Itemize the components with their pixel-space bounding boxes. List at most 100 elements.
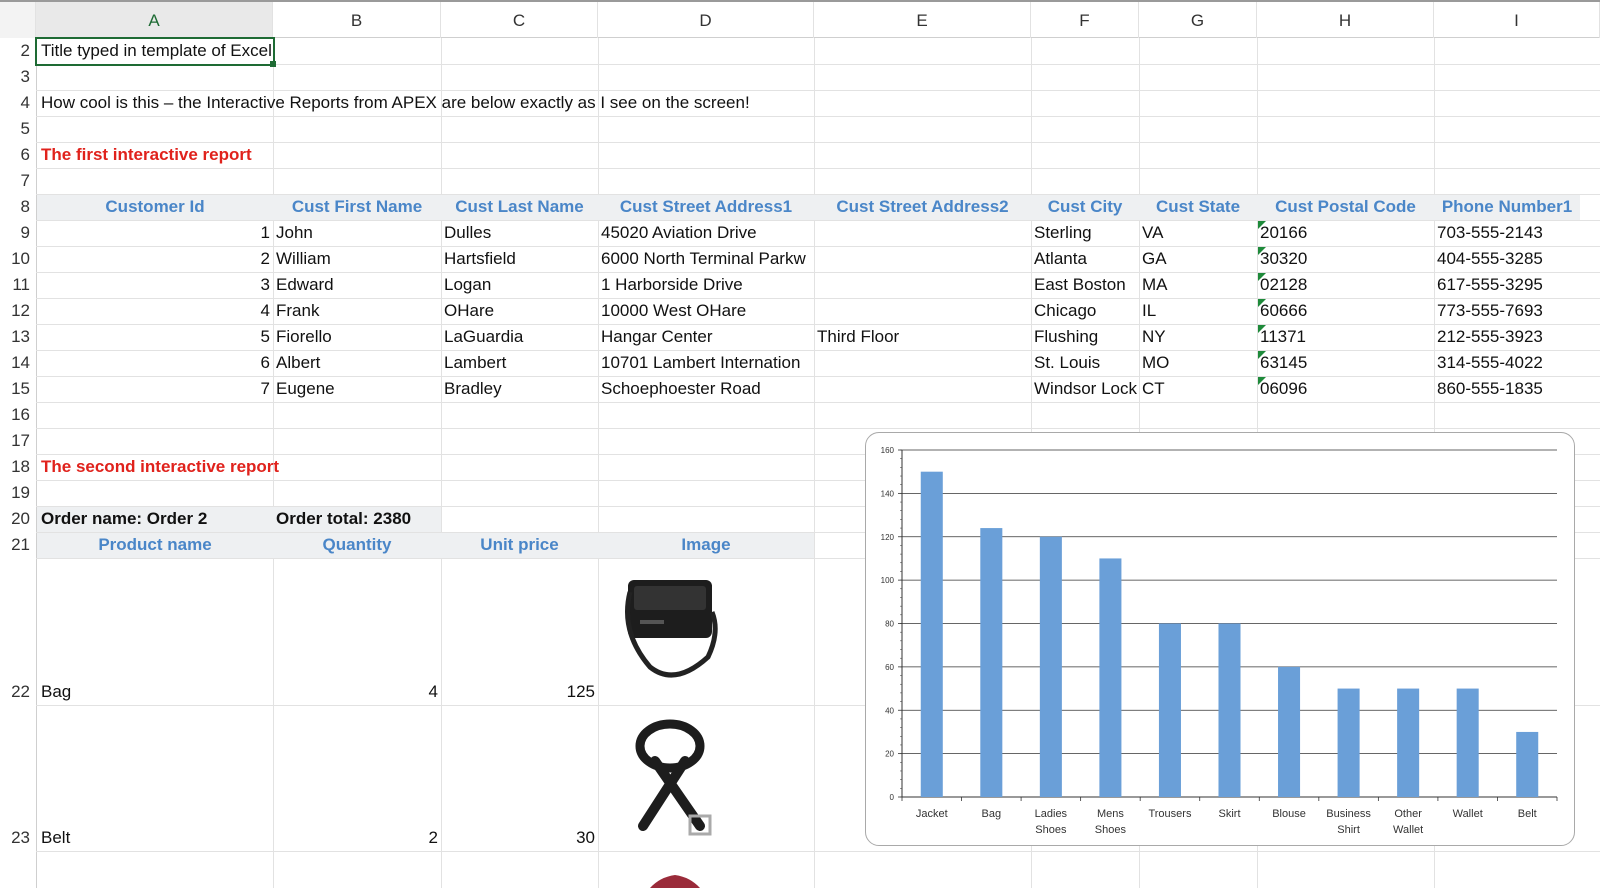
quantity-cell[interactable]: 2 (273, 825, 441, 851)
table-cell-postal[interactable]: 02128 (1257, 272, 1434, 298)
bar-chart[interactable]: 0 20 40 60 80 100 120 140 160 Jacket Bag Ladies Shoe… (865, 432, 1575, 846)
row-header[interactable]: 11 (0, 272, 36, 298)
fill-handle[interactable] (270, 61, 276, 67)
belt-image-icon[interactable] (625, 716, 725, 846)
column-header-f[interactable]: F (1031, 2, 1139, 38)
error-indicator-icon[interactable] (1258, 221, 1266, 229)
table-cell-last-name[interactable]: Dulles (441, 220, 598, 246)
error-indicator-icon[interactable] (1258, 325, 1266, 333)
order-total[interactable]: Order total: 2380 (273, 506, 441, 532)
table-cell-id[interactable]: 4 (37, 298, 273, 324)
table-cell-state[interactable]: MO (1139, 350, 1257, 376)
table-cell-last-name[interactable]: Lambert (441, 350, 598, 376)
report2-title[interactable]: The second interactive report (38, 454, 358, 480)
table-cell-id[interactable]: 2 (37, 246, 273, 272)
table-cell-first-name[interactable]: John (273, 220, 441, 246)
table-cell-postal[interactable]: 11371 (1257, 324, 1434, 350)
table-cell-address2[interactable] (814, 298, 1031, 324)
table-cell-id[interactable]: 6 (37, 350, 273, 376)
table-cell-city[interactable]: Flushing (1031, 324, 1139, 350)
table-cell-address2[interactable] (814, 272, 1031, 298)
table-cell-phone[interactable]: 617-555-3295 (1434, 272, 1600, 298)
table-cell-last-name[interactable]: LaGuardia (441, 324, 598, 350)
header-unit-price[interactable]: Unit price (441, 532, 598, 558)
row-header[interactable]: 21 (0, 532, 36, 558)
table-cell-address1[interactable]: 1 Harborside Drive (598, 272, 814, 298)
table-cell-address1[interactable]: 45020 Aviation Drive (598, 220, 814, 246)
table-cell-address2[interactable] (814, 220, 1031, 246)
table-cell-city[interactable]: Windsor Lock (1031, 376, 1139, 402)
header-phone[interactable]: Phone Number1 (1434, 194, 1580, 220)
row-header[interactable]: 6 (0, 142, 36, 168)
unit-price-cell[interactable]: 30 (441, 825, 598, 851)
row-header[interactable]: 17 (0, 428, 36, 454)
table-cell-state[interactable]: GA (1139, 246, 1257, 272)
error-indicator-icon[interactable] (1258, 351, 1266, 359)
column-header-c[interactable]: C (441, 2, 598, 38)
table-cell-first-name[interactable]: Eugene (273, 376, 441, 402)
table-cell-city[interactable]: Chicago (1031, 298, 1139, 324)
table-cell-address1[interactable]: Hangar Center (598, 324, 814, 350)
table-cell-phone[interactable]: 404-555-3285 (1434, 246, 1600, 272)
table-cell-address1[interactable]: 10701 Lambert Internation (598, 350, 814, 376)
table-cell-address1[interactable]: Schoephoester Road (598, 376, 814, 402)
table-cell-address1[interactable]: 10000 West OHare (598, 298, 814, 324)
header-last-name[interactable]: Cust Last Name (441, 194, 598, 220)
table-cell-city[interactable]: Atlanta (1031, 246, 1139, 272)
table-cell-state[interactable]: CT (1139, 376, 1257, 402)
table-cell-id[interactable]: 1 (37, 220, 273, 246)
table-cell-address2[interactable] (814, 350, 1031, 376)
column-header-a[interactable]: A (36, 2, 273, 38)
header-city[interactable]: Cust City (1031, 194, 1139, 220)
row-header[interactable]: 8 (0, 194, 36, 220)
header-postal-code[interactable]: Cust Postal Code (1257, 194, 1434, 220)
table-cell-address2[interactable] (814, 376, 1031, 402)
header-customer-id[interactable]: Customer Id (37, 194, 273, 220)
table-cell-postal[interactable]: 63145 (1257, 350, 1434, 376)
report1-title[interactable]: The first interactive report (38, 142, 338, 168)
column-header-g[interactable]: G (1139, 2, 1257, 38)
row-header[interactable]: 23 (0, 825, 36, 851)
table-cell-id[interactable]: 3 (37, 272, 273, 298)
table-cell-postal[interactable]: 60666 (1257, 298, 1434, 324)
quantity-cell[interactable]: 4 (273, 679, 441, 705)
row-header[interactable]: 20 (0, 506, 36, 532)
header-image[interactable]: Image (598, 532, 814, 558)
order-name[interactable]: Order name: Order 2 (38, 506, 273, 532)
table-cell-postal[interactable]: 06096 (1257, 376, 1434, 402)
intro-text[interactable]: How cool is this – the Interactive Repor… (38, 90, 798, 116)
table-cell-id[interactable]: 7 (37, 376, 273, 402)
select-all-corner[interactable] (0, 2, 36, 38)
row-header[interactable]: 10 (0, 246, 36, 272)
row-header[interactable]: 9 (0, 220, 36, 246)
column-header-e[interactable]: E (814, 2, 1031, 38)
row-header[interactable]: 22 (0, 679, 36, 705)
table-cell-first-name[interactable]: Frank (273, 298, 441, 324)
table-cell-last-name[interactable]: Hartsfield (441, 246, 598, 272)
row-header[interactable]: 3 (0, 64, 36, 90)
table-cell-phone[interactable]: 212-555-3923 (1434, 324, 1600, 350)
table-cell-phone[interactable]: 703-555-2143 (1434, 220, 1600, 246)
unit-price-cell[interactable]: 125 (441, 679, 598, 705)
table-cell-phone[interactable]: 773-555-7693 (1434, 298, 1600, 324)
header-street-address2[interactable]: Cust Street Address2 (814, 194, 1031, 220)
table-cell-first-name[interactable]: William (273, 246, 441, 272)
table-cell-address2[interactable] (814, 246, 1031, 272)
table-cell-city[interactable]: Sterling (1031, 220, 1139, 246)
table-cell-postal[interactable]: 20166 (1257, 220, 1434, 246)
table-cell-id[interactable]: 5 (37, 324, 273, 350)
table-cell-phone[interactable]: 314-555-4022 (1434, 350, 1600, 376)
row-header[interactable]: 5 (0, 116, 36, 142)
error-indicator-icon[interactable] (1258, 377, 1266, 385)
row-header[interactable]: 4 (0, 90, 36, 116)
column-header-i[interactable]: I (1434, 2, 1600, 38)
row-header[interactable]: 7 (0, 168, 36, 194)
table-cell-city[interactable]: East Boston (1031, 272, 1139, 298)
header-street-address1[interactable]: Cust Street Address1 (598, 194, 814, 220)
table-cell-city[interactable]: St. Louis (1031, 350, 1139, 376)
error-indicator-icon[interactable] (1258, 273, 1266, 281)
header-first-name[interactable]: Cust First Name (273, 194, 441, 220)
error-indicator-icon[interactable] (1258, 247, 1266, 255)
header-quantity[interactable]: Quantity (273, 532, 441, 558)
table-cell-postal[interactable]: 30320 (1257, 246, 1434, 272)
